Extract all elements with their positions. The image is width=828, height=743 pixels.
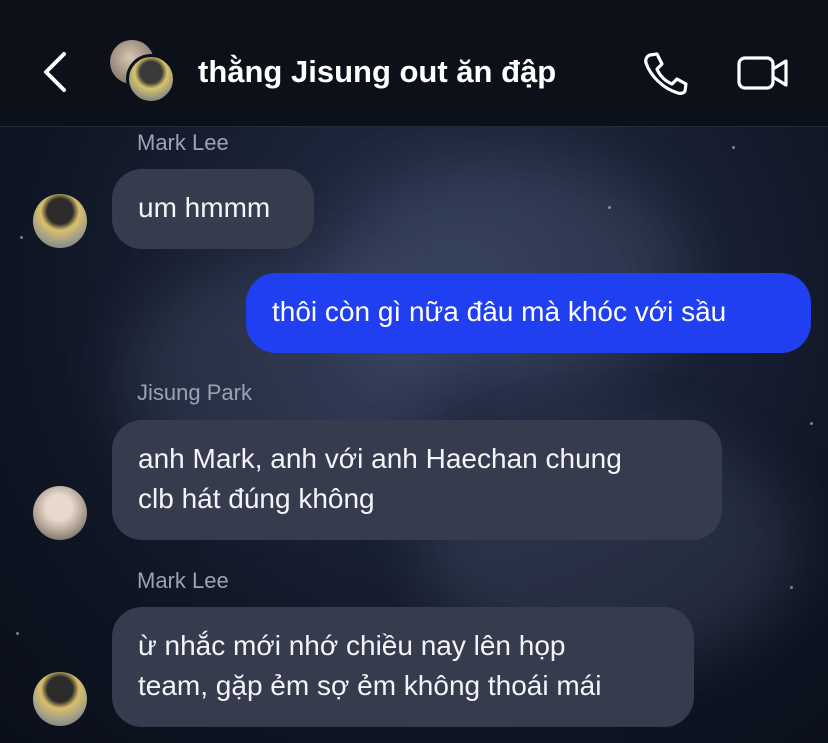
sender-name: Jisung Park bbox=[137, 380, 252, 405]
message-bubble[interactable]: um hmmm bbox=[112, 169, 314, 249]
message-bubble[interactable]: ừ nhắc mới nhớ chiều nay lên họp team, g… bbox=[112, 607, 694, 727]
avatar[interactable] bbox=[33, 486, 87, 540]
message-bubble[interactable]: anh Mark, anh với anh Haechan chung clb … bbox=[112, 420, 722, 540]
message-line: team, gặp ẻm sợ ẻm không thoái mái bbox=[138, 670, 602, 701]
call-button[interactable] bbox=[640, 50, 690, 96]
sender-name: Mark Lee bbox=[137, 568, 229, 593]
chat-title[interactable]: thằng Jisung out ăn đập bbox=[198, 54, 556, 90]
avatar[interactable] bbox=[33, 672, 87, 726]
message-bubble-outgoing[interactable]: thôi còn gì nữa đâu mà khóc với sầu bbox=[246, 273, 811, 353]
avatar[interactable] bbox=[33, 194, 87, 248]
message-line: ừ nhắc mới nhớ chiều nay lên họp bbox=[138, 630, 566, 661]
group-avatar[interactable] bbox=[110, 40, 180, 104]
phone-icon bbox=[644, 52, 688, 95]
back-button[interactable] bbox=[40, 50, 70, 94]
chevron-left-icon bbox=[44, 52, 66, 92]
message-line: clb hát đúng không bbox=[138, 483, 375, 514]
avatar bbox=[126, 54, 176, 104]
message-line: anh Mark, anh với anh Haechan chung bbox=[138, 443, 622, 474]
chat-header: thằng Jisung out ăn đập bbox=[0, 0, 828, 127]
sender-name: Mark Lee bbox=[137, 130, 229, 155]
video-camera-icon bbox=[737, 56, 788, 90]
video-call-button[interactable] bbox=[736, 52, 790, 94]
